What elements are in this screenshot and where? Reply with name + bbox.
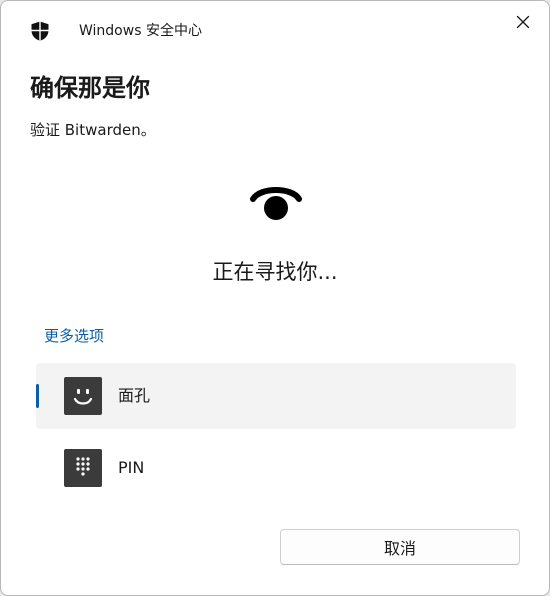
app-title: Windows 安全中心: [79, 23, 202, 39]
close-icon: [516, 14, 530, 33]
option-label: 面孔: [118, 386, 151, 405]
page-title: 确保那是你: [30, 74, 150, 102]
more-options-link[interactable]: 更多选项: [44, 325, 104, 347]
shield-icon: [29, 20, 51, 42]
option-face[interactable]: 面孔: [36, 363, 516, 429]
cancel-button[interactable]: 取消: [280, 529, 520, 565]
windows-hello-icon: [248, 179, 304, 223]
option-pin[interactable]: PIN: [36, 435, 516, 501]
close-button[interactable]: [507, 9, 539, 37]
face-icon: [64, 377, 102, 415]
selection-indicator: [36, 384, 39, 408]
status-text: 正在寻找你...: [212, 260, 338, 284]
title-bar: Windows 安全中心: [1, 1, 549, 61]
option-label: PIN: [118, 458, 145, 477]
verify-app-text: 验证 Bitwarden。: [30, 121, 156, 139]
pin-keypad-icon: [64, 449, 102, 487]
windows-security-dialog: Windows 安全中心 确保那是你 验证 Bitwarden。 正在寻找你..…: [0, 0, 550, 596]
